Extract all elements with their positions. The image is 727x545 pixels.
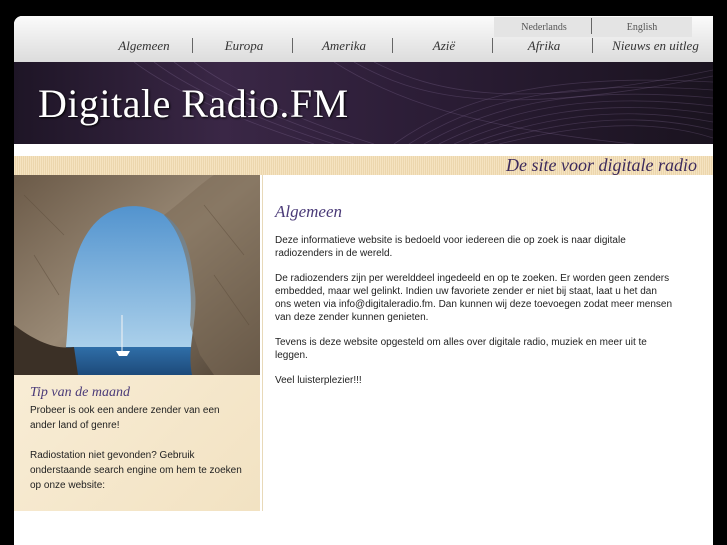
nav-separator xyxy=(492,38,493,53)
nav-separator xyxy=(192,38,193,53)
language-link-english[interactable]: English xyxy=(592,17,692,37)
language-link-dutch[interactable]: Nederlands xyxy=(494,17,594,37)
nav-item-afrika[interactable]: Afrika xyxy=(504,36,584,56)
page-container: Nederlands English Algemeen Europa Ameri… xyxy=(14,16,713,545)
tagline-bar: De site voor digitale radio xyxy=(14,155,713,175)
nav-separator xyxy=(292,38,293,53)
nav-item-europa[interactable]: Europa xyxy=(204,36,284,56)
tip-title: Tip van de maand xyxy=(30,385,130,400)
tip-paragraph: Probeer is ook een andere zender van een… xyxy=(30,405,220,431)
content-paragraph: Veel luisterplezier!!! xyxy=(275,375,362,386)
site-title: Digitale Radio.FM xyxy=(38,81,349,126)
nav-item-algemeen[interactable]: Algemeen xyxy=(104,36,184,56)
sea-arch-photo xyxy=(14,175,260,375)
content-paragraph: Deze informatieve website is bedoeld voo… xyxy=(275,235,626,259)
content-paragraph: Tevens is deze website opgesteld om alle… xyxy=(275,337,647,361)
top-navigation-bar: Nederlands English Algemeen Europa Ameri… xyxy=(14,16,713,62)
nav-separator xyxy=(392,38,393,53)
nav-item-nieuws-en-uitleg[interactable]: Nieuws en uitleg xyxy=(598,36,713,56)
nav-item-azie[interactable]: Azië xyxy=(404,36,484,56)
content-paragraph: De radiozenders zijn per werelddeel inge… xyxy=(275,273,673,323)
tip-paragraph: Radiostation niet gevonden? Gebruik onde… xyxy=(30,450,242,491)
header-banner: Digitale Radio.FM xyxy=(14,62,713,144)
column-divider xyxy=(262,175,263,511)
nav-separator xyxy=(592,38,593,53)
nav-item-amerika[interactable]: Amerika xyxy=(304,36,384,56)
page-heading: Algemeen xyxy=(275,202,343,221)
sidebar: Tip van de maand Probeer is ook een ande… xyxy=(14,175,260,511)
tip-text: Probeer is ook een andere zender van een… xyxy=(30,403,242,493)
tagline: De site voor digitale radio xyxy=(506,155,697,175)
main-content: Algemeen Deze informatieve website is be… xyxy=(275,202,675,399)
